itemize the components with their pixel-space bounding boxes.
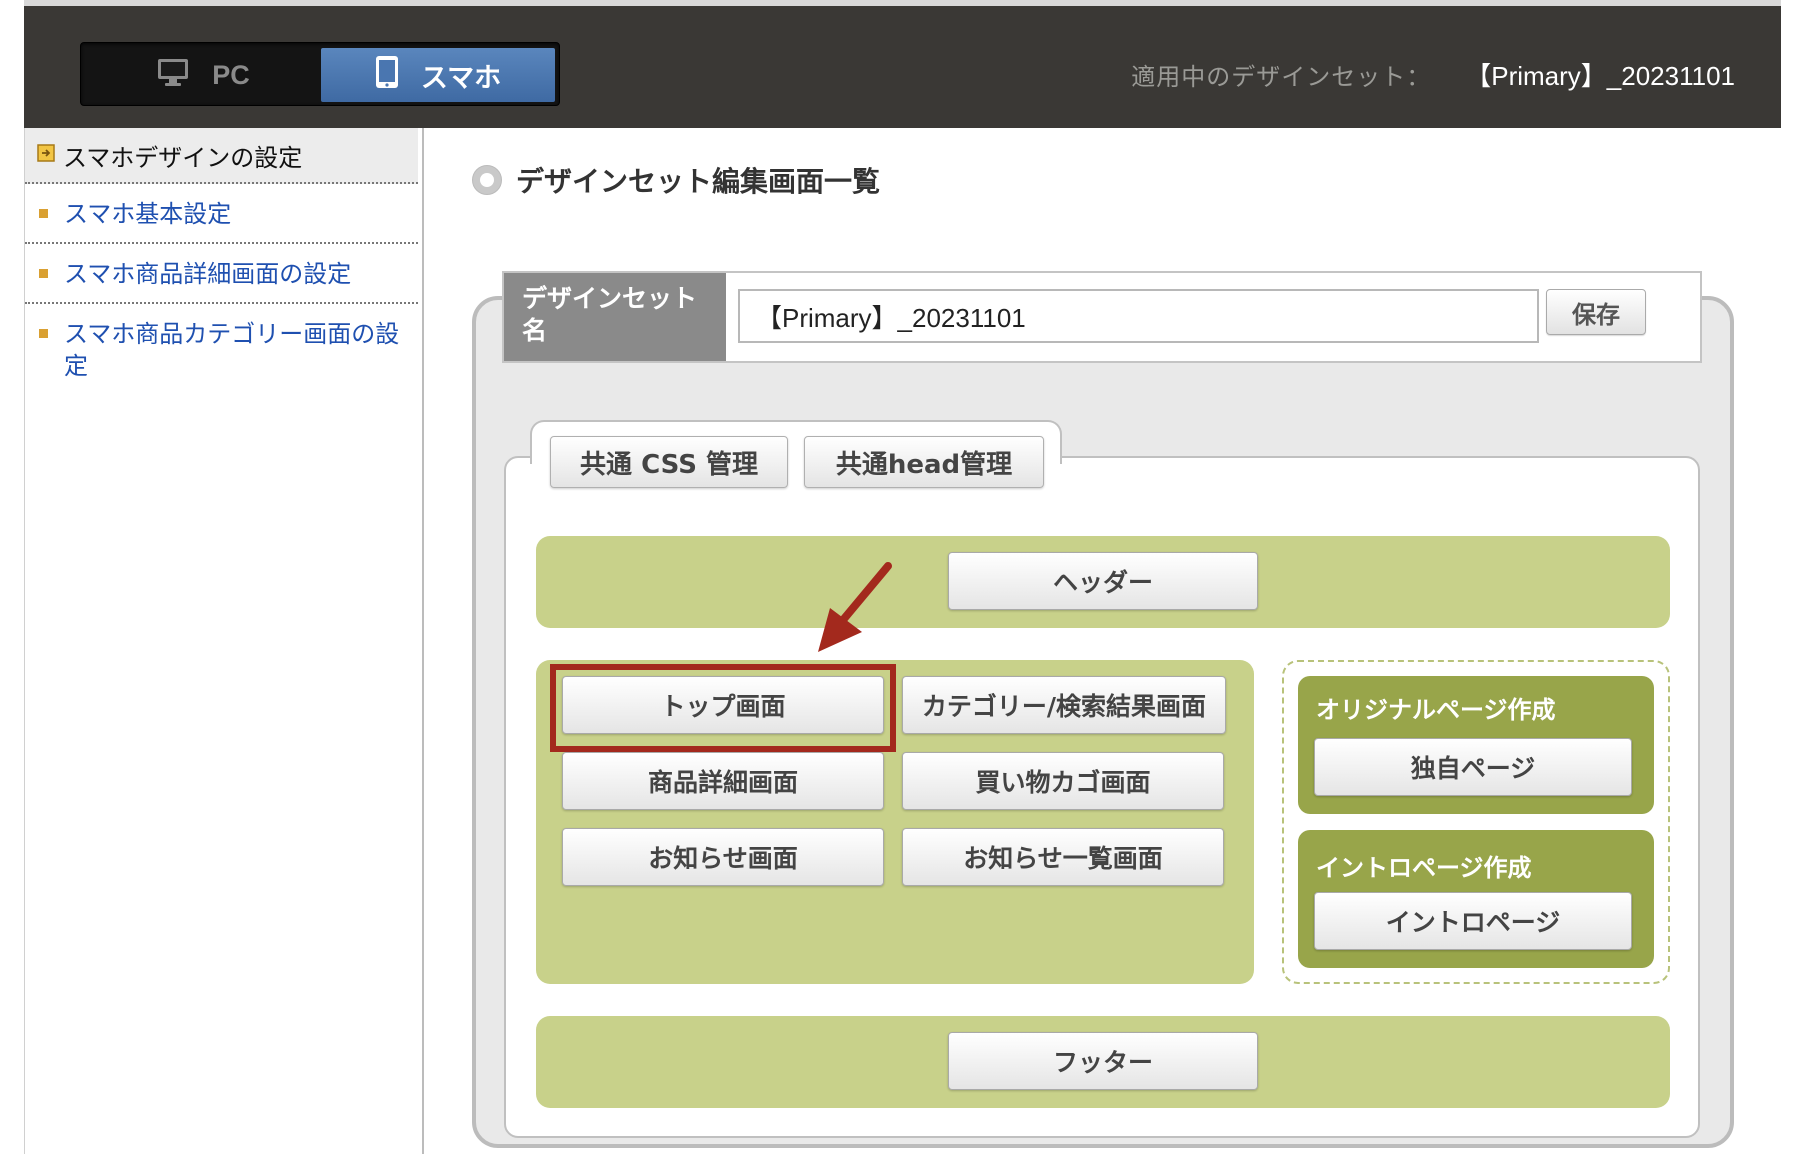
bullet-icon (39, 269, 48, 278)
sidebar-item-label[interactable]: スマホ基本設定 (64, 198, 231, 230)
circle-bullet-icon (472, 165, 502, 195)
sidebar: スマホデザインの設定 スマホ基本設定 スマホ商品詳細画面の設定 スマホ商品カテゴ… (24, 128, 424, 1154)
footer-button[interactable]: フッター (948, 1032, 1258, 1090)
tab-pc[interactable]: PC (87, 48, 319, 102)
applied-design-set: 適用中のデザインセット： 【Primary】_20231101 (1131, 56, 1735, 93)
product-detail-page-button[interactable]: 商品詳細画面 (562, 752, 884, 810)
sidebar-item-category[interactable]: スマホ商品カテゴリー画面の設定 (25, 304, 418, 394)
device-switch: PC スマホ (80, 42, 560, 106)
sidebar-item-label[interactable]: スマホ商品カテゴリー画面の設定 (64, 318, 408, 382)
page-title: デザインセット編集画面一覧 (516, 165, 881, 198)
smartphone-icon (375, 55, 399, 96)
common-css-button[interactable]: 共通 CSS 管理 (550, 436, 788, 488)
sidebar-item-product-detail[interactable]: スマホ商品詳細画面の設定 (25, 244, 418, 304)
applied-design-set-value: 【Primary】_20231101 (1465, 61, 1735, 91)
tab-pc-label: PC (212, 59, 250, 90)
design-set-name-row: デザインセット名 保存 (502, 271, 1702, 363)
bullet-icon (39, 329, 48, 338)
monitor-icon (156, 57, 190, 94)
tab-smartphone[interactable]: スマホ (321, 48, 555, 102)
sidebar-heading: スマホデザインの設定 (25, 128, 418, 184)
applied-design-set-label: 適用中のデザインセット： (1131, 63, 1432, 91)
sidebar-item-label[interactable]: スマホ商品詳細画面の設定 (64, 258, 351, 290)
save-button[interactable]: 保存 (1546, 289, 1646, 335)
highlight-box (550, 664, 896, 752)
header-button[interactable]: ヘッダー (948, 552, 1258, 610)
sidebar-heading-label: スマホデザインの設定 (63, 143, 303, 172)
arrow-annotation-icon (818, 562, 892, 652)
news-page-button[interactable]: お知らせ画面 (562, 828, 884, 886)
category-search-page-button[interactable]: カテゴリー/検索結果画面 (902, 676, 1226, 734)
news-list-page-button[interactable]: お知らせ一覧画面 (902, 828, 1224, 886)
design-set-name-label: デザインセット名 (504, 273, 726, 361)
tab-smartphone-label: スマホ (420, 62, 502, 93)
original-page-title: オリジナルページ作成 (1316, 696, 1556, 724)
sidebar-item-basic[interactable]: スマホ基本設定 (25, 184, 418, 244)
intro-page-title: イントロページ作成 (1316, 854, 1532, 882)
common-head-button[interactable]: 共通head管理 (804, 436, 1044, 488)
arrow-box-icon (37, 144, 55, 166)
bullet-icon (39, 209, 48, 218)
cart-page-button[interactable]: 買い物カゴ画面 (902, 752, 1224, 810)
intro-page-button[interactable]: イントロページ (1314, 892, 1632, 950)
original-page-button[interactable]: 独自ページ (1314, 738, 1632, 796)
design-set-name-input[interactable] (738, 289, 1539, 343)
section-title: デザインセット編集画面一覧 (472, 160, 880, 200)
top-bar: PC スマホ 適用中のデザインセット： 【Primary】_20231101 (24, 6, 1781, 128)
